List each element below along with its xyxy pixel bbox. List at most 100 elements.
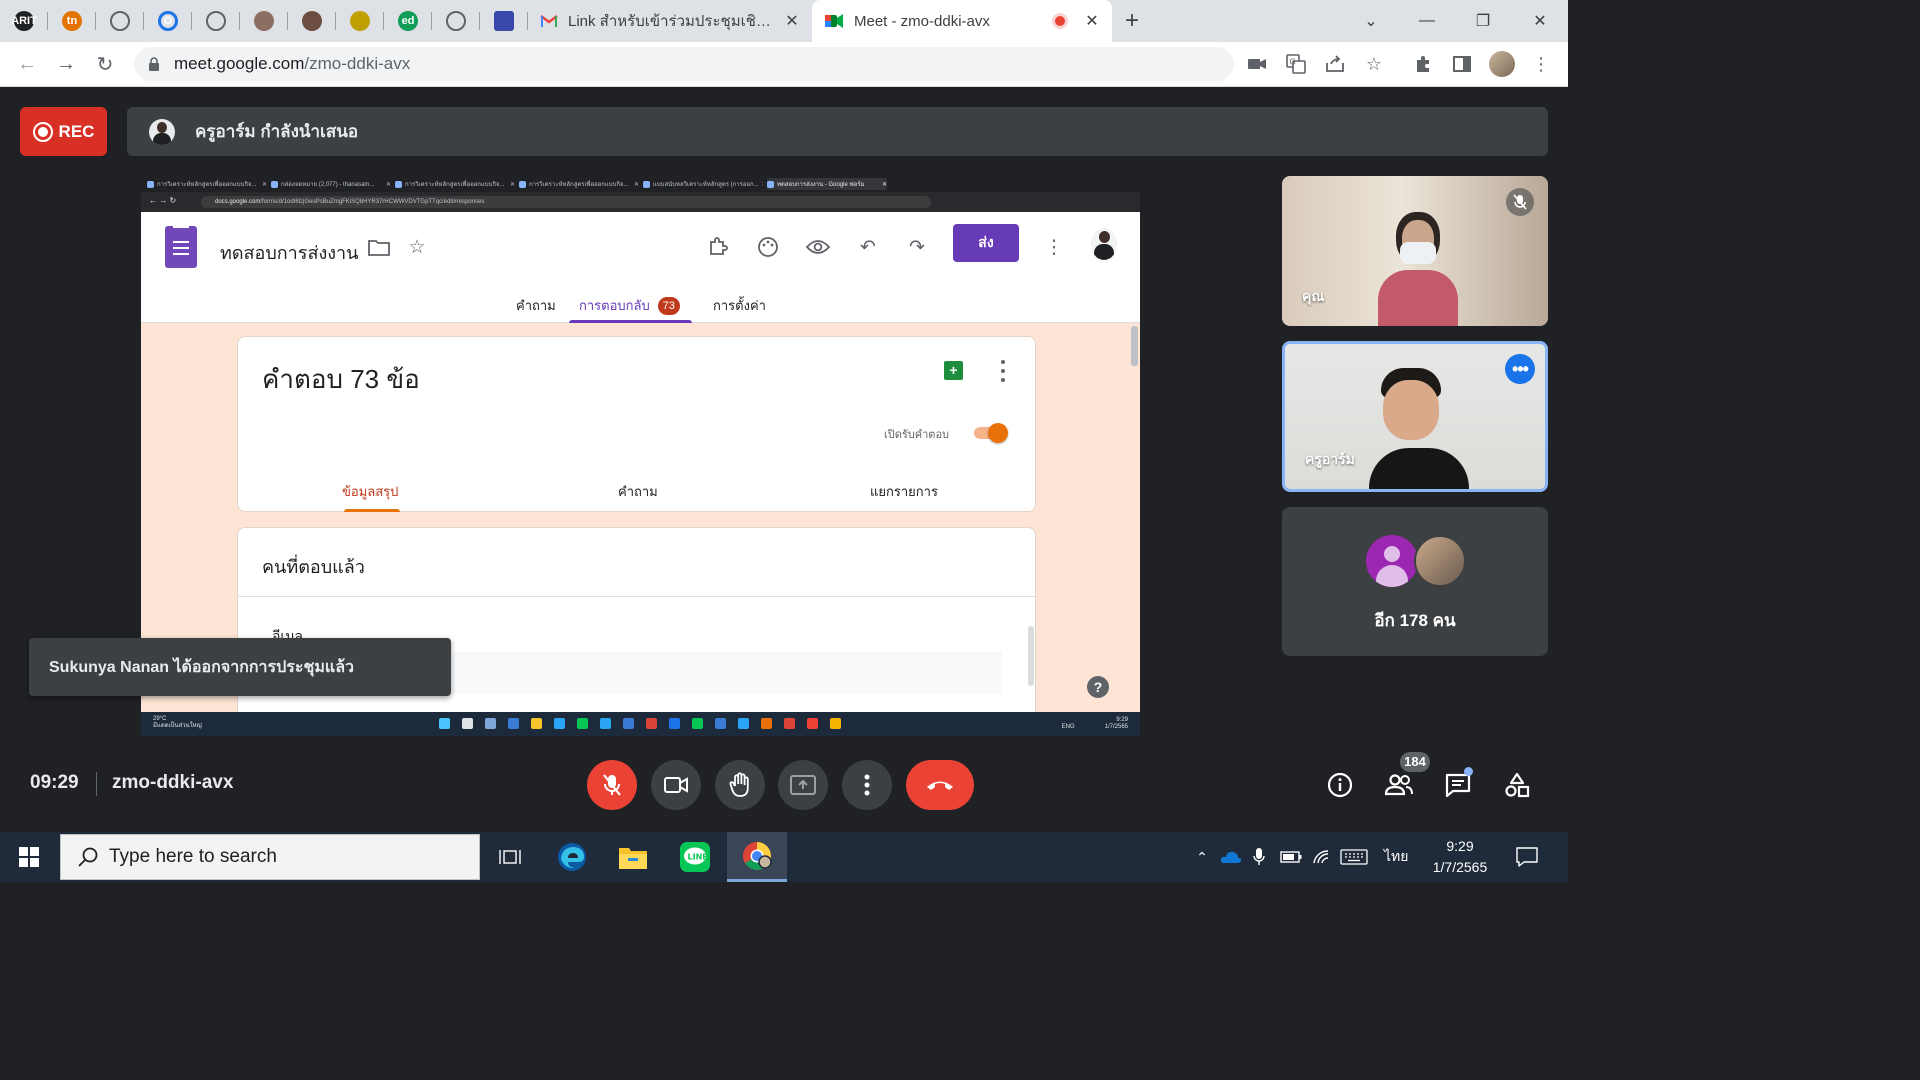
subtab-individual: แยกรายการ [870, 484, 938, 499]
more-options-icon[interactable]: ••• [1505, 354, 1535, 384]
divider [96, 772, 97, 796]
input-language[interactable]: ไทย [1384, 832, 1408, 882]
pinned-tab-person-tab-1[interactable] [240, 0, 288, 42]
pinned-tab-o-tab[interactable]: O [144, 0, 192, 42]
close-icon[interactable]: ✕ [1084, 11, 1100, 31]
shared-taskbar-app-icon [531, 718, 542, 729]
browser-menu-icon[interactable]: ⋮ [1527, 50, 1555, 78]
close-icon: ✕ [762, 181, 763, 188]
activities-button[interactable] [1497, 765, 1537, 805]
participant-tile-speaker[interactable]: ••• ครูอาร์ม [1282, 341, 1548, 492]
show-hidden-icons-chevron-up-icon[interactable]: ⌃ [1192, 832, 1212, 882]
battery-icon[interactable] [1280, 832, 1302, 882]
microphone-icon[interactable] [1252, 832, 1266, 882]
minimize-icon[interactable]: — [1399, 0, 1455, 42]
others-avatars [1366, 535, 1470, 587]
meeting-code: zmo-ddki-avx [112, 772, 234, 793]
reload-icon[interactable]: ↻ [85, 44, 125, 84]
new-tab-button[interactable]: + [1112, 0, 1152, 42]
svg-text:LINE: LINE [688, 853, 708, 862]
notification-center-icon[interactable] [1516, 832, 1538, 882]
pinned-tab-seal-tab[interactable] [336, 0, 384, 42]
address-bar[interactable]: meet.google.com/zmo-ddki-avx [134, 47, 1234, 81]
avatar [1366, 535, 1418, 587]
more-options-button[interactable] [842, 760, 892, 810]
pinned-tab-globe-tab-2[interactable] [192, 0, 240, 42]
pinned-tab-ed-tab[interactable]: ed [384, 0, 432, 42]
palette-icon [755, 234, 781, 260]
participant-video [1378, 206, 1458, 326]
bookmark-star-icon[interactable]: ☆ [1360, 50, 1388, 78]
tab-gmail[interactable]: Link สำหรับเข้าร่วมประชุมเชิงปฏิบัติการ … [528, 0, 812, 42]
responses-summary-card: คำตอบ 73 ข้อ + เปิดรับคำตอบ ข้อมูลสรุป ค… [237, 336, 1036, 512]
leave-call-button[interactable] [906, 760, 974, 810]
raise-hand-button[interactable] [715, 760, 765, 810]
subtab-question: คำถาม [618, 484, 658, 499]
favicon-icon [395, 180, 402, 188]
taskbar-app-edge[interactable] [542, 832, 602, 882]
taskbar-app-line[interactable]: LINE [665, 832, 725, 882]
start-button[interactable] [0, 832, 58, 882]
pinned-tab-globe-tab-3[interactable] [432, 0, 480, 42]
extensions-icon[interactable] [1409, 50, 1437, 78]
more-vert-icon [998, 360, 1008, 382]
tab-meet[interactable]: Meet - zmo-ddki-avx ✕ [812, 0, 1112, 42]
pinned-tab-forms-tab[interactable] [480, 0, 528, 42]
wifi-icon[interactable] [1312, 832, 1332, 882]
tab-title: Meet - zmo-ddki-avx [854, 12, 990, 30]
pinned-tab-arit-tab[interactable]: ARIT [0, 0, 48, 42]
meet-icon [825, 14, 843, 28]
restore-icon[interactable]: ❐ [1455, 0, 1511, 42]
mic-off-icon [1506, 188, 1534, 216]
responses-count-badge: 73 [657, 297, 680, 315]
participant-tile-others[interactable]: อีก 178 คน [1282, 507, 1548, 656]
pinned-tab-label: O [163, 15, 173, 27]
close-icon: ✕ [881, 181, 887, 188]
shared-taskbar-app-icon [784, 718, 795, 729]
taskbar-search-input[interactable]: Type here to search [60, 834, 480, 880]
page-scrollbar [1131, 326, 1138, 366]
pinned-tab-person-tab-2[interactable] [288, 0, 336, 42]
people-icon [1384, 774, 1413, 796]
shared-taskbar-app-icon [485, 718, 496, 729]
browser-toolbar: ← → ↻ meet.google.com/zmo-ddki-avx G ☆ ⋮ [0, 42, 1568, 87]
participant-count-badge: 184 [1400, 752, 1430, 772]
back-icon[interactable]: ← [7, 44, 47, 84]
present-screen-button[interactable] [778, 760, 828, 810]
close-icon[interactable]: ✕ [784, 11, 800, 31]
touch-keyboard-icon[interactable] [1340, 832, 1368, 882]
onedrive-icon[interactable] [1220, 832, 1242, 882]
pinned-tab-tn-tab[interactable]: tn [48, 0, 96, 42]
tn-favicon-icon: tn [62, 11, 82, 31]
close-window-icon[interactable]: ✕ [1512, 0, 1568, 42]
taskbar-app-file-explorer[interactable] [603, 832, 663, 882]
system-clock[interactable]: 9:29 1/7/2565 [1430, 836, 1490, 878]
globe-1-favicon-icon [110, 11, 130, 31]
shared-taskbar-app-icon [761, 718, 772, 729]
redo-icon: ↷ [909, 236, 925, 258]
camera-in-use-icon[interactable] [1243, 50, 1271, 78]
windows-taskbar: Type here to search LINE ⌃ ไทย 9:29 1/7/… [0, 832, 1568, 882]
forward-icon[interactable]: → [46, 44, 86, 84]
translate-icon[interactable]: G [1282, 50, 1310, 78]
mic-toggle-button[interactable] [587, 760, 637, 810]
preview-eye-icon [805, 234, 831, 260]
meeting-time: 09:29 [30, 772, 79, 793]
shared-taskbar-app-icon [669, 718, 680, 729]
share-icon[interactable] [1321, 50, 1349, 78]
shared-taskbar-app-icon [600, 718, 611, 729]
star-icon: ☆ [408, 236, 426, 258]
tab-search-chevron-down-icon[interactable]: ⌄ [1343, 0, 1399, 42]
shared-taskbar-app-icon [692, 718, 703, 729]
weather-desc: มีแดดเป็นส่วนใหญ่ [153, 723, 202, 729]
pinned-tab-globe-tab-1[interactable] [96, 0, 144, 42]
side-panel-icon[interactable] [1448, 50, 1476, 78]
task-view-button[interactable] [480, 832, 540, 882]
profile-avatar[interactable] [1488, 50, 1516, 78]
meeting-details-button[interactable] [1320, 765, 1360, 805]
tab-responses-label: การตอบกลับ [579, 298, 650, 313]
participant-tile-self[interactable]: คุณ [1282, 176, 1548, 326]
taskbar-app-chrome[interactable] [727, 832, 787, 882]
camera-toggle-button[interactable] [651, 760, 701, 810]
shared-date: 1/7/2565 [1104, 724, 1128, 730]
